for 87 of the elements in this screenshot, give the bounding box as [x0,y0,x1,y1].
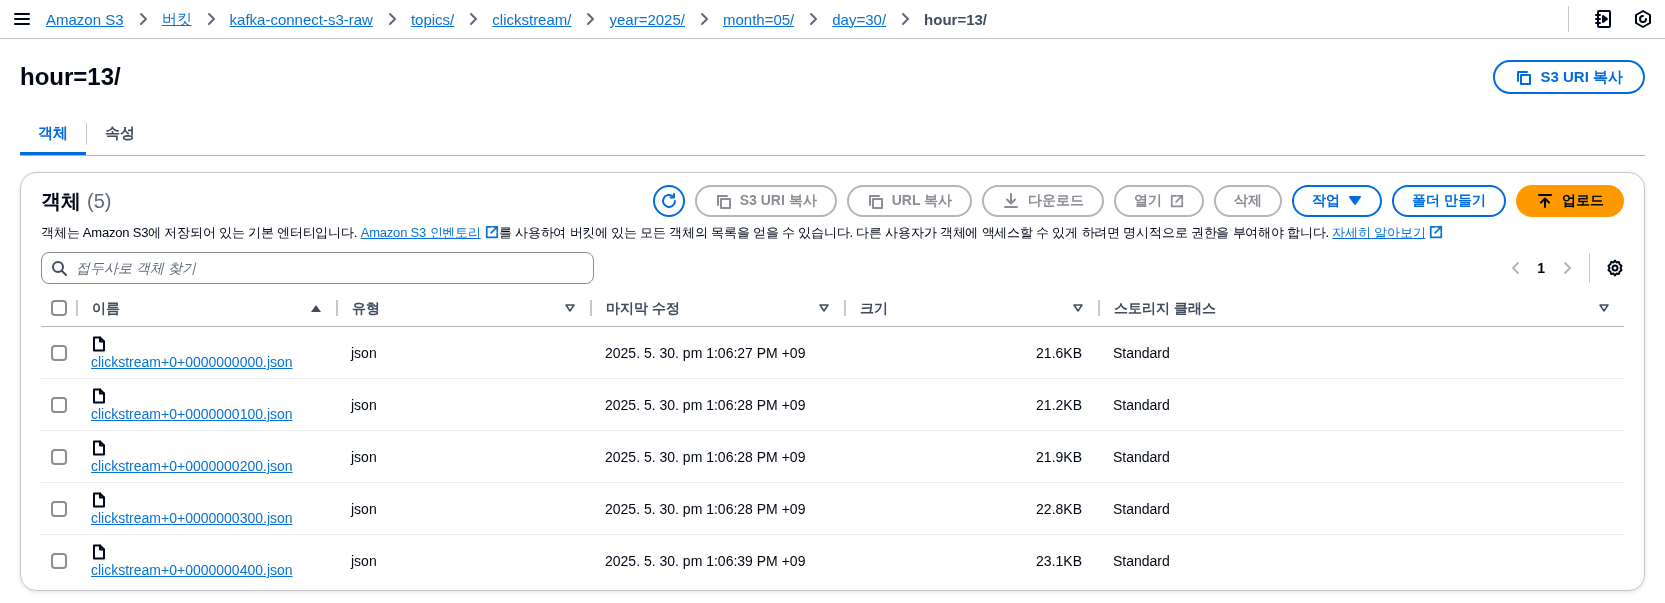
breadcrumb-link[interactable]: year=2025/ [609,10,685,28]
column-header[interactable]: 크기 [844,300,1072,316]
table-cell: 21.2KB [1036,396,1082,413]
file-link[interactable]: clickstream+0+0000000300.json [91,509,293,526]
table-cell: json [351,344,377,361]
table-cell: 2025. 5. 30. pm 1:06:28 PM +09 [605,396,806,413]
upload-icon [1536,192,1554,210]
breadcrumb-link[interactable]: Amazon S3 [46,10,124,28]
action-button[interactable]: 폴더 만들기 [1392,185,1506,217]
table-cell: 2025. 5. 30. pm 1:06:28 PM +09 [605,500,806,517]
breadcrumb-link[interactable]: day=30/ [832,10,887,28]
table-cell: 21.6KB [1036,344,1082,361]
table-cell: 21.9KB [1036,448,1082,465]
sort-icon[interactable] [1598,302,1610,314]
table-cell: json [351,396,377,413]
column-header[interactable]: 유형 [336,300,564,316]
breadcrumb-link[interactable]: 버킷 [161,9,192,29]
dropdown-button[interactable]: 작업 [1292,185,1383,217]
sort-icon[interactable] [1072,302,1084,314]
column-header[interactable]: 스토리지 클래스 [1098,300,1598,316]
settings-icon[interactable] [1606,259,1624,277]
panel-title: 객체 [41,188,81,214]
object-count: (5) [87,189,112,213]
chevron-icon [467,12,480,26]
chevron-icon [584,12,597,26]
table-cell: Standard [1113,500,1170,517]
refresh-button[interactable] [652,185,685,217]
checkbox[interactable] [51,344,67,361]
caret-down-icon [1348,194,1363,208]
external-link-icon [484,225,499,239]
table-cell: Standard [1113,552,1170,569]
sort-icon[interactable] [818,302,830,314]
copy-icon [866,192,884,210]
table-cell: 22.8KB [1036,500,1082,517]
breadcrumb-link[interactable]: topics/ [410,10,455,28]
file-icon [91,491,107,508]
checkbox[interactable] [51,396,67,413]
table-cell: Standard [1113,448,1170,465]
copy-icon [714,192,732,210]
breadcrumb-link[interactable]: clickstream/ [492,10,572,28]
checkbox[interactable] [51,552,67,569]
copy-s3-uri-button[interactable]: S3 URI 복사 [1493,60,1645,94]
file-link[interactable]: clickstream+0+0000000100.json [91,405,293,422]
chevron-icon [899,12,912,26]
table-cell: 2025. 5. 30. pm 1:06:27 PM +09 [605,344,806,361]
search-field[interactable]: 접두사로 객체 찾기 [41,252,594,284]
tab[interactable]: 속성 [87,115,153,155]
action-button[interactable]: 업로드 [1516,185,1624,217]
breadcrumb-link[interactable]: kafka-connect-s3-raw [229,10,373,28]
external-link-icon [1170,194,1185,208]
external-link-icon [1429,225,1444,239]
external-link[interactable]: 자세히 알아보기 [1332,225,1444,240]
table-cell: json [351,448,377,465]
file-icon [91,335,107,352]
checkbox[interactable] [51,300,67,316]
download-icon [1002,192,1021,210]
file-link[interactable]: clickstream+0+0000000000.json [91,353,293,370]
table-cell: Standard [1113,396,1170,413]
table-cell: Standard [1113,344,1170,361]
hexagon-icon[interactable] [1633,9,1653,29]
refresh-icon [659,192,678,210]
notebook-icon[interactable] [1593,9,1613,29]
file-icon [91,387,107,404]
table-cell: 23.1KB [1036,552,1082,569]
table-cell: json [351,500,377,517]
description-text: 객체는 Amazon S3에 저장되어 있는 기본 엔터티입니다. Amazon S3 인벤토리 를 사용하여 버킷에 있는 모든 객체의 목록을 얻을 수 있습니다. 다른 사용자가 객체에 액세스할 수 있게 하려면 명시적으로 권한을 부여해야 합니다. 자세히 알아보기 [41,223,1624,243]
file-icon [91,439,107,456]
chevron-icon [807,12,820,26]
table-cell: json [351,552,377,569]
search-icon [51,260,67,276]
tab[interactable]: 객체 [20,115,86,155]
breadcrumb-current: hour=13/ [924,10,987,28]
copy-icon [1515,68,1533,86]
column-header[interactable]: 마지막 수정 [590,300,818,316]
page-title: hour=13/ [20,63,121,91]
table-cell: 2025. 5. 30. pm 1:06:28 PM +09 [605,448,806,465]
sort-icon[interactable] [564,302,576,314]
checkbox[interactable] [51,448,67,465]
file-link[interactable]: clickstream+0+0000000200.json [91,457,293,474]
file-link[interactable]: clickstream+0+0000000400.json [91,561,293,578]
column-header[interactable]: 이름 [76,300,310,316]
checkbox[interactable] [51,500,67,517]
table-cell: 2025. 5. 30. pm 1:06:39 PM +09 [605,552,806,569]
file-icon [91,543,107,560]
page-number[interactable]: 1 [1537,260,1545,276]
breadcrumb-link[interactable]: month=05/ [722,10,795,28]
external-link[interactable]: Amazon S3 인벤토리 [360,225,499,240]
